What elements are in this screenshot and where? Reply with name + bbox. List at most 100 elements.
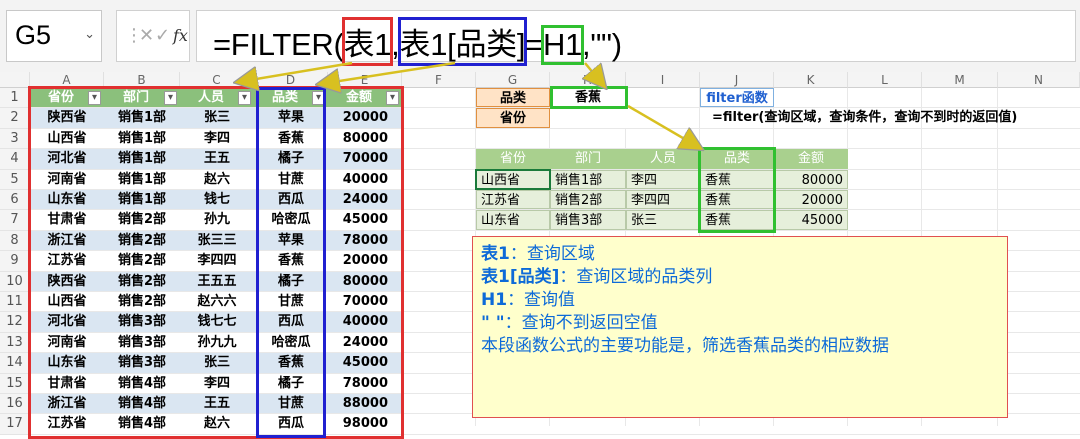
table1-cell[interactable]: 80000 [328,271,402,291]
column-header-H[interactable]: H [550,72,626,88]
row-header-5[interactable]: 5 [0,169,30,190]
row-header-11[interactable]: 11 [0,292,30,313]
result-cell[interactable]: 销售1部 [550,169,626,189]
result-cell[interactable]: 20000 [774,190,848,210]
table1-cell[interactable]: 70000 [328,292,402,312]
table1-cell[interactable]: 88000 [328,394,402,414]
result-cell[interactable]: 80000 [774,169,848,189]
table1-cell[interactable]: 80000 [328,128,402,149]
table1-cell[interactable]: 河北省 [30,312,104,332]
result-header-cell[interactable]: 人员 [626,149,700,169]
criteria-value-cell[interactable] [550,108,626,128]
result-header-cell[interactable]: 品类 [700,149,774,169]
confirm-icon[interactable]: ✓ [155,25,170,46]
table1-cell[interactable]: 香蕉 [254,353,328,373]
table1-cell[interactable]: 王五 [180,149,254,169]
table1-cell[interactable]: 销售1部 [104,190,180,210]
table1-cell[interactable]: 40000 [328,169,402,189]
result-header-cell[interactable]: 金额 [774,149,848,169]
table1-cell[interactable]: 陕西省 [30,271,104,291]
result-cell[interactable]: 山东省 [476,210,550,230]
row-header-1[interactable]: 1 [0,88,30,109]
table1-cell[interactable]: 赵六六 [180,292,254,312]
table1-cell[interactable]: 销售1部 [104,149,180,169]
table1-header-cell[interactable]: 人员 ▾ [180,88,254,108]
table1-cell[interactable]: 钱七七 [180,312,254,332]
table1-cell[interactable]: 78000 [328,373,402,393]
table1-header-cell[interactable]: 金额 ▾ [328,88,402,108]
table1-cell[interactable]: 橘子 [254,373,328,393]
table1-cell[interactable]: 销售3部 [104,332,180,353]
table1-cell[interactable]: 橘子 [254,271,328,291]
column-header-L[interactable]: L [848,72,922,88]
result-cell[interactable]: 香蕉 [700,169,774,189]
table1-cell[interactable]: 山西省 [30,292,104,312]
formula-input[interactable]: =FILTER(表1,表1[品类]=H1,"") [196,10,1076,66]
table1-cell[interactable]: 橘子 [254,149,328,169]
criteria-label-cell[interactable]: 省份 [476,108,550,128]
table1-cell[interactable]: 40000 [328,312,402,332]
table1-cell[interactable]: 香蕉 [254,128,328,149]
select-all-corner[interactable] [0,72,30,88]
result-cell[interactable]: 李四四 [626,190,700,210]
table1-header-cell[interactable]: 品类 ▾ [254,88,328,108]
table1-cell[interactable]: 西瓜 [254,414,328,434]
table1-cell[interactable]: 浙江省 [30,230,104,251]
row-header-9[interactable]: 9 [0,251,30,272]
table1-cell[interactable]: 销售3部 [104,312,180,332]
column-header-D[interactable]: D [254,72,328,88]
table1-cell[interactable]: 45000 [328,210,402,230]
table1-cell[interactable]: 江苏省 [30,251,104,271]
filter-dropdown-icon[interactable]: ▾ [238,91,251,105]
table1-cell[interactable]: 哈密瓜 [254,332,328,353]
row-header-7[interactable]: 7 [0,210,30,231]
column-header-I[interactable]: I [626,72,700,88]
row-header-13[interactable]: 13 [0,332,30,354]
table1-cell[interactable]: 45000 [328,353,402,373]
table1-cell[interactable]: 李四 [180,373,254,393]
table1-cell[interactable]: 河南省 [30,332,104,353]
table1-cell[interactable]: 销售2部 [104,230,180,251]
table1-cell[interactable]: 哈密瓜 [254,210,328,230]
table1-cell[interactable]: 销售4部 [104,394,180,414]
table1-cell[interactable]: 陕西省 [30,108,104,128]
table1-cell[interactable]: 苹果 [254,108,328,128]
column-header-F[interactable]: F [402,72,476,88]
table1-cell[interactable]: 销售4部 [104,373,180,393]
table1-cell[interactable]: 河南省 [30,169,104,189]
row-header-17[interactable]: 17 [0,414,30,435]
row-header-12[interactable]: 12 [0,312,30,333]
column-header-J[interactable]: J [700,72,774,88]
table1-cell[interactable]: 销售2部 [104,210,180,230]
row-header-8[interactable]: 8 [0,230,30,252]
table1-cell[interactable]: 甘肃省 [30,373,104,393]
table1-cell[interactable]: 甘蔗 [254,394,328,414]
table1-cell[interactable]: 销售4部 [104,414,180,434]
table1-cell[interactable]: 李四 [180,128,254,149]
table1-header-cell[interactable]: 省份 ▾ [30,88,104,108]
filter-dropdown-icon[interactable]: ▾ [386,91,399,105]
name-box[interactable]: G5 ⌄ [6,10,102,62]
table1-cell[interactable]: 河北省 [30,149,104,169]
column-header-B[interactable]: B [104,72,180,88]
table1-header-cell[interactable]: 部门 ▾ [104,88,180,108]
filter-dropdown-icon[interactable]: ▾ [88,91,101,105]
table1-cell[interactable]: 销售2部 [104,271,180,291]
column-header-C[interactable]: C [180,72,254,88]
table1-cell[interactable]: 24000 [328,332,402,353]
table1-cell[interactable]: 销售3部 [104,353,180,373]
filter-dropdown-icon[interactable]: ▾ [312,91,325,105]
table1-cell[interactable]: 98000 [328,414,402,434]
result-cell[interactable]: 销售2部 [550,190,626,210]
column-header-M[interactable]: M [922,72,998,88]
criteria-label-cell[interactable]: 品类 [476,88,550,108]
table1-cell[interactable]: 浙江省 [30,394,104,414]
table1-cell[interactable]: 70000 [328,149,402,169]
table1-cell[interactable]: 销售1部 [104,128,180,149]
table1-cell[interactable]: 销售1部 [104,169,180,189]
filter-dropdown-icon[interactable]: ▾ [164,91,177,105]
table1-cell[interactable]: 山东省 [30,190,104,210]
column-header-N[interactable]: N [998,72,1080,88]
table1-cell[interactable]: 王五五 [180,271,254,291]
result-cell[interactable]: 香蕉 [700,210,774,230]
